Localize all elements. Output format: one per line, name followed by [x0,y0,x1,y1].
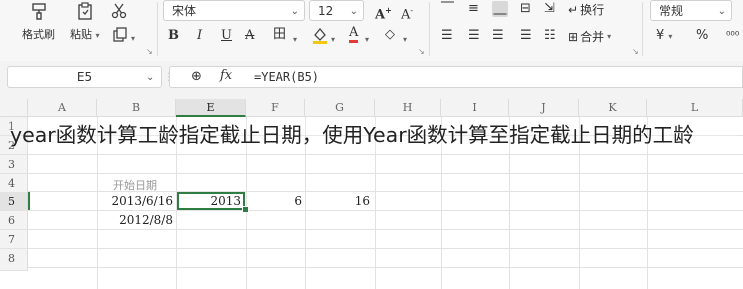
column-header[interactable]: K [579,99,647,117]
separator [429,2,430,56]
fill-dropdown-icon[interactable]: ▾ [331,32,335,48]
merge-button[interactable]: ⊞ 合并 ▾ [568,28,611,45]
wrap-text-label: 换行 [580,3,605,17]
column-header[interactable]: G [305,99,375,117]
cell-b4[interactable]: 开始日期 [113,177,157,193]
bold-icon[interactable]: B [168,28,179,44]
column-header[interactable]: E [176,99,246,117]
wrap-text-button[interactable]: ↵ 换行 [568,1,604,18]
select-all-corner[interactable] [0,99,28,117]
font-size-value: 12 [318,4,334,18]
row-header[interactable]: 6 [0,211,28,230]
format-painter-button[interactable]: 格式刷 [22,2,55,42]
copy-icon [112,27,128,43]
number-format-select[interactable]: 常规 ⌄ [650,0,732,21]
strikethrough-icon[interactable]: A [245,28,254,44]
chevron-down-icon: ⌄ [349,6,358,17]
copy-dropdown-icon[interactable]: ▾ [131,31,135,47]
orientation-icon[interactable]: ⇲ [544,1,555,17]
column-header[interactable]: B [97,99,176,117]
font-name-select[interactable]: 宋体 ⌄ [163,0,305,21]
align-top-icon[interactable]: ⎺ [441,1,454,17]
ribbon-toolbar: 格式刷 粘贴 ▾ ▾ ↘ 宋体 ⌄ 12 ⌄ A+ A- B I U A 田 ▾ [0,0,743,62]
separator [157,2,158,56]
cell-g5[interactable]: 16 [305,192,375,211]
row-header[interactable]: 8 [0,249,28,271]
name-box-value: E5 [76,70,93,84]
font-color-dropdown-icon[interactable]: ▾ [365,32,369,48]
number-format-value: 常规 [659,4,684,18]
grid-line [28,267,743,268]
column-header[interactable]: H [375,99,441,117]
percent-button[interactable]: % [696,28,708,44]
clipboard-expand-icon[interactable]: ↘ [146,44,153,60]
distributed-icon[interactable]: ☷ [544,28,556,44]
column-header[interactable]: J [509,99,579,117]
border-icon[interactable]: 田 [273,27,286,43]
row-header[interactable]: 3 [0,155,28,174]
format-painter-icon [30,2,48,20]
currency-button[interactable]: ¥ ▾ [656,28,672,45]
overlay-caption: year函数计算工龄指定截止日期，使用Year函数计算至指定截止日期的工龄 [10,119,738,151]
underline-icon[interactable]: U [221,28,232,44]
italic-icon[interactable]: I [197,28,202,44]
paste-icon [76,2,94,20]
align-right-icon[interactable]: ☰ [492,28,504,44]
fill-handle[interactable] [242,206,249,213]
align-middle-icon[interactable]: ≡ [468,1,479,17]
cell-b5[interactable]: 2013/6/16 [97,192,176,211]
separator [642,2,643,56]
paste-button[interactable]: 粘贴 ▾ [70,2,100,42]
fill-color-icon[interactable] [311,26,329,49]
row-header[interactable]: 5 [0,192,28,211]
zoom-icon[interactable]: ⊕ [191,69,202,85]
row-indicator [28,192,30,210]
name-box-chevron-icon[interactable]: ⌄ [146,70,154,86]
scissors-icon [110,2,128,20]
cut-button[interactable] [110,2,128,20]
grid-line [28,173,743,174]
wrap-text-icon: ↵ [568,2,579,17]
text-direction-icon[interactable]: ⊟ [520,1,531,17]
merge-label: 合并 [580,30,605,44]
name-box[interactable]: E5 [7,66,162,88]
border-dropdown-icon[interactable]: ▾ [293,32,297,48]
cell-b6[interactable]: 2012/8/8 [97,211,176,230]
font-name-value: 宋体 [172,4,197,18]
alignment-expand-icon[interactable]: ↘ [632,44,639,60]
merge-icon: ⊞ [568,29,579,44]
align-center-icon[interactable]: ☰ [468,28,480,44]
formula-input[interactable]: ⊕ fx =YEAR(B5) [169,66,743,88]
paste-label: 粘贴 ▾ [70,28,100,41]
row-header[interactable]: 4 [0,174,28,193]
font-size-select[interactable]: 12 ⌄ [309,0,364,21]
chevron-down-icon: ⌄ [290,6,299,17]
row-header[interactable]: 7 [0,230,28,249]
column-header[interactable]: A [28,99,97,117]
format-painter-label: 格式刷 [22,28,55,41]
grid-line [28,248,743,249]
formula-text: =YEAR(B5) [254,70,320,84]
column-header[interactable]: L [647,99,743,117]
function-icon[interactable]: fx [220,68,232,84]
align-left-icon[interactable]: ☰ [441,28,453,44]
justify-icon[interactable]: ☰ [520,28,532,44]
font-expand-icon[interactable]: ↘ [418,44,425,60]
copy-button[interactable] [112,27,128,43]
increase-font-icon[interactable]: A+ [375,2,392,23]
comma-style-icon[interactable]: ⁰⁰⁰ [726,28,739,44]
align-bottom-icon[interactable]: ⎽ [492,1,508,17]
font-color-icon[interactable]: A [349,25,359,43]
column-header[interactable]: F [246,99,305,117]
active-cell-border [177,192,245,210]
grid-line [28,154,743,155]
chevron-down-icon: ⌄ [717,6,726,17]
clear-dropdown-icon[interactable]: ▾ [403,32,407,48]
column-header[interactable]: I [441,99,509,117]
eraser-icon[interactable]: ◇ [385,27,395,43]
decrease-font-icon[interactable]: A- [401,3,413,23]
cell-f5[interactable]: 6 [246,192,305,211]
